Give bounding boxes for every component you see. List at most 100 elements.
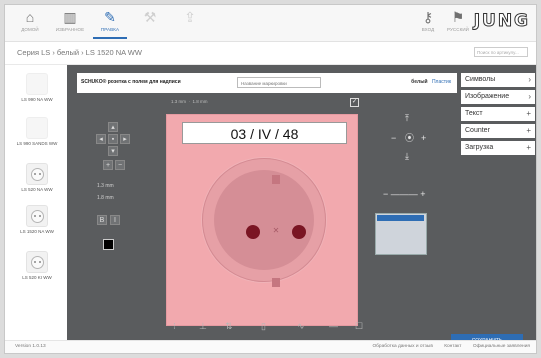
symbols-button[interactable]: Символы › [461,73,535,87]
color-label: белый [411,79,428,85]
jung-logo: JUNG [473,11,530,32]
plate-text-field[interactable]: 03 / IV / 48 [182,122,347,144]
product-label: LS 990 SANDS WW [16,141,58,146]
privacy-link[interactable]: Обработка данных и отзыв [372,344,432,349]
ruler-value-a: 1.3 mm [171,99,187,104]
selection-highlight [377,215,424,221]
move-down-button[interactable]: − [115,160,125,170]
socket-thumbnail [26,251,48,273]
image-label: Изображение [465,93,510,100]
center-screw-icon: ✕ [272,226,280,235]
text-color-swatch[interactable] [103,239,114,250]
line-height-value: 1.8 mm [97,195,114,201]
nav-edit-button[interactable]: ✎ ПРАВКА [93,8,127,39]
socket-rim: ✕ [214,170,314,287]
nav-home-button[interactable]: ⌂ ДОМОЙ [13,8,47,38]
nav-favorites-label: ИЗБРАННОЕ [55,27,85,32]
favorites-icon: ▥ [63,9,77,25]
socket-pin-left [246,225,260,239]
opacity-slider[interactable]: − ——— + [383,189,426,199]
product-item[interactable]: LS 990 SANDS WW [11,117,63,146]
bold-toggle[interactable]: B [97,215,107,225]
align-top-button[interactable]: ▴ [108,122,118,132]
align-right-button[interactable]: ▸ [120,134,130,144]
breadcrumb[interactable]: Серия LS › белый › LS 1520 NA WW [17,48,142,57]
product-label: LS 990 NA WW [21,97,53,102]
product-thumbnail [26,73,48,95]
ruler-info: 1.3 mm · 1.8 mm [171,99,208,104]
product-list: LS 990 NA WW LS 990 SANDS WW LS 520 NA W… [5,65,68,343]
selection-preview[interactable] [375,213,427,255]
product-thumbnail [26,117,48,139]
curve-icon[interactable]: ∿ [297,321,305,332]
socket-plate: 03 / IV / 48 ✕ [166,114,358,326]
upload-label: Загрузка [465,144,494,151]
version-label: Version 1.0.13 [15,344,46,349]
nav-login-label: ВХОД [421,27,435,32]
legal-link[interactable]: Официальные заявления [473,344,530,349]
product-item[interactable]: LS 520 KI WW [11,251,63,280]
align-left-button[interactable]: ◂ [96,134,106,144]
material-link[interactable]: Пластик [432,79,451,85]
product-item[interactable]: LS 990 NA WW [11,73,63,102]
nav-share-button[interactable]: ⇪ [173,8,207,38]
rotate-up-icon[interactable]: ⤒ [405,113,409,124]
text-label: Текст [465,110,483,117]
flip-icon[interactable]: ⇅ [225,321,233,332]
minus-button[interactable]: − [391,133,396,143]
socket-outlet: ✕ [202,158,326,287]
plus-icon: + [526,109,531,118]
align-center-button[interactable]: ▪ [108,134,118,144]
nav-favorites-button[interactable]: ▥ ИЗБРАННОЕ [53,8,87,38]
italic-toggle[interactable]: I [110,215,120,225]
product-label: LS 520 NA WW [21,187,53,192]
line-height-control[interactable]: 1.8 mm [97,195,114,201]
text-button[interactable]: Текст + [461,107,535,121]
device-icon[interactable]: ▯ [261,321,266,332]
footer-links: Обработка данных и отзыв Контакт Официал… [362,344,530,349]
symbols-label: Символы [465,76,496,83]
counter-button[interactable]: Counter + [461,124,535,138]
nav-language-button[interactable]: ⚑ РУССКИЙ [441,8,475,38]
product-item-selected[interactable]: LS 1520 NA WW [11,205,63,234]
breadcrumb-bar: Серия LS › белый › LS 1520 NA WW Поиск п… [5,42,536,65]
product-item[interactable]: LS 520 NA WW [11,163,63,192]
top-nav: ⌂ ДОМОЙ ▥ ИЗБРАННОЕ ✎ ПРАВКА ⚒ ⇪ ⚷ ВХОД … [5,5,536,42]
element-menu: Символы › Изображение › Текст + Counter … [461,73,535,158]
chevron-right-icon: › [528,92,531,101]
flag-icon: ⚑ [451,9,465,25]
label-name-input[interactable]: Название маркировки [237,77,321,88]
chevron-right-icon: › [528,75,531,84]
app-window: ⌂ ДОМОЙ ▥ ИЗБРАННОЕ ✎ ПРАВКА ⚒ ⇪ ⚷ ВХОД … [4,4,537,354]
rotate-down-icon[interactable]: ⤓ [405,151,409,162]
font-size-control[interactable]: 1.3 mm [97,183,114,189]
product-label: LS 1520 NA WW [20,229,54,234]
plus-button[interactable]: + [421,133,426,143]
share-icon: ⇪ [184,9,196,25]
align-bottom-button[interactable]: ▾ [108,146,118,156]
image-button[interactable]: Изображение › [461,90,535,104]
color-info: белый Пластик [411,79,451,85]
bottom-toolbar: ⁝ ⊥ ⇅ ▯ ∿ — ☐ [163,319,373,335]
line-icon[interactable]: — [329,321,338,331]
nav-edit-label: ПРАВКА [100,27,120,32]
footer: Version 1.0.13 Обработка данных и отзыв … [5,340,536,353]
frame-icon[interactable]: ☐ [355,321,363,332]
grid-toggle-checkbox[interactable]: ✓ [350,98,359,107]
search-input[interactable]: Поиск по артикулу... [474,47,528,57]
move-up-button[interactable]: + [103,160,113,170]
rotate-center-icon[interactable]: ⦿ [405,131,414,144]
editor-panel: SCHUKO® розетка с полем для надписи Назв… [67,65,536,348]
nav-tools-button[interactable]: ⚒ [133,8,167,38]
nav-language-label: РУССКИЙ [446,27,470,32]
nav-login-button[interactable]: ⚷ ВХОД [411,8,445,38]
distribute-icon[interactable]: ⁝ [173,321,176,332]
plus-icon: + [526,143,531,152]
align-vertical-icon[interactable]: ⊥ [199,321,207,332]
key-icon: ⚷ [422,9,434,25]
pencil-icon: ✎ [104,9,116,25]
contact-link[interactable]: Контакт [444,344,461,349]
product-label: LS 520 KI WW [22,275,52,280]
editor-header: SCHUKO® розетка с полем для надписи Назв… [77,73,457,93]
upload-button[interactable]: Загрузка + [461,141,535,155]
